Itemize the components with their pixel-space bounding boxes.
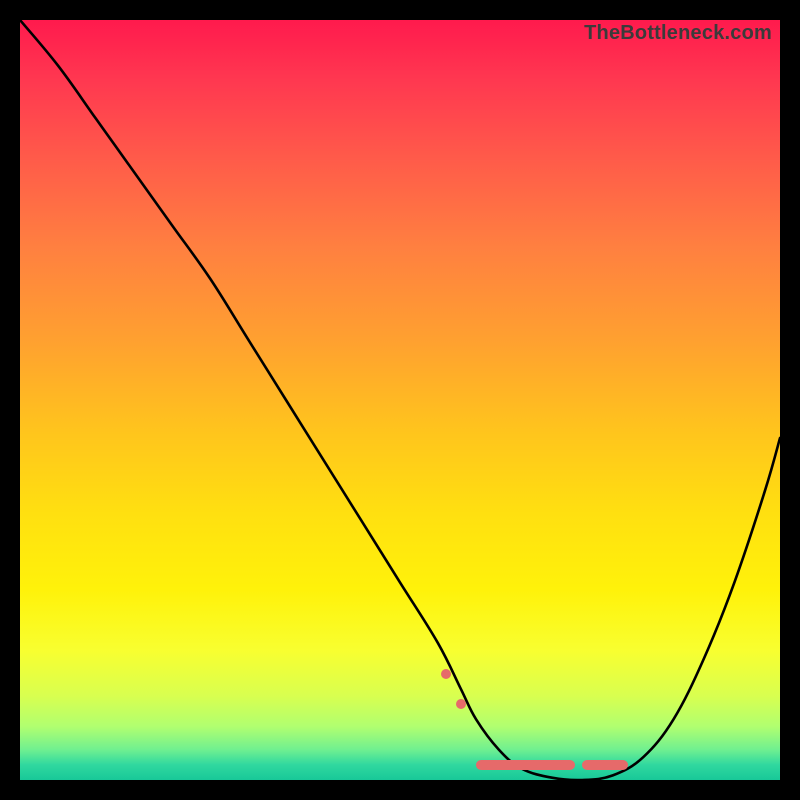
marker-bar [582, 760, 628, 770]
marker-bar [476, 760, 575, 770]
marker-dot [441, 669, 451, 679]
marker-dot [456, 699, 466, 709]
watermark-text: TheBottleneck.com [584, 22, 772, 45]
marker-layer [20, 20, 780, 780]
chart-area: TheBottleneck.com [20, 20, 780, 780]
